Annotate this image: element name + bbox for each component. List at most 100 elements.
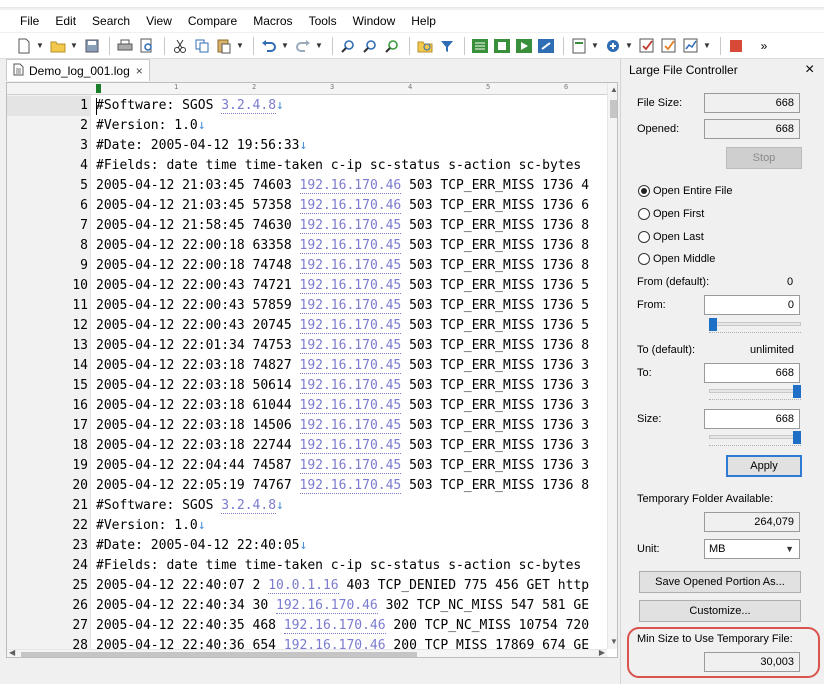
size-slider-thumb[interactable] xyxy=(793,431,801,444)
code-line[interactable]: 13 2005-04-12 22:01:34 74753 192.16.170.4… xyxy=(7,336,607,356)
menu-view[interactable]: View xyxy=(138,11,180,31)
to-slider[interactable] xyxy=(709,385,801,401)
unit-select[interactable]: MB ▼ xyxy=(704,539,800,559)
redo-icon[interactable] xyxy=(293,36,313,56)
code-line[interactable]: 16 2005-04-12 22:03:18 61044 192.16.170.4… xyxy=(7,396,607,416)
from-slider[interactable] xyxy=(709,318,801,334)
chart-icon[interactable] xyxy=(681,36,701,56)
menu-file[interactable]: File xyxy=(12,11,47,31)
word-wrap-icon[interactable] xyxy=(470,36,490,56)
code-line[interactable]: 25 2005-04-12 22:40:07 2 10.0.1.16 403 TC… xyxy=(7,576,607,596)
radio-open-last[interactable]: Open Last xyxy=(638,231,704,243)
replace-icon[interactable] xyxy=(382,36,402,56)
save-icon[interactable] xyxy=(82,36,102,56)
code-line[interactable]: 1 #Software: SGOS 3.2.4.8↓ xyxy=(7,96,607,116)
code-line[interactable]: 20 2005-04-12 22:05:19 74767 192.16.170.4… xyxy=(7,476,607,496)
scroll-left-icon[interactable]: ◀ xyxy=(9,648,15,657)
to-slider-thumb[interactable] xyxy=(793,385,801,398)
menu-tools[interactable]: Tools xyxy=(301,11,345,31)
code-area[interactable]: 1 #Software: SGOS 3.2.4.8↓ 2 #Version: 1.0↓… xyxy=(7,96,607,656)
code-line[interactable]: 5 2005-04-12 21:03:45 74603 192.16.170.46… xyxy=(7,176,607,196)
new-file-icon[interactable] xyxy=(14,36,34,56)
code-line[interactable]: 18 2005-04-12 22:03:18 22744 192.16.170.4… xyxy=(7,436,607,456)
toolbar-overflow-icon[interactable]: » xyxy=(754,36,774,56)
code-line[interactable]: 26 2005-04-12 22:40:34 30 192.16.170.46 3… xyxy=(7,596,607,616)
checklist-icon[interactable] xyxy=(659,36,679,56)
customize-button[interactable]: Customize... xyxy=(639,600,801,622)
menu-compare[interactable]: Compare xyxy=(180,11,245,31)
print-icon[interactable] xyxy=(115,36,135,56)
scroll-up-icon[interactable]: ▲ xyxy=(608,83,617,97)
horizontal-scrollbar[interactable]: ◀ ▶ xyxy=(7,648,607,657)
customize-dropdown-icon[interactable]: ▼ xyxy=(625,41,633,50)
save-opened-portion-button[interactable]: Save Opened Portion As... xyxy=(639,571,801,593)
apply-button[interactable]: Apply xyxy=(726,455,802,477)
print-preview-icon[interactable] xyxy=(137,36,157,56)
radio-open-entire-file[interactable]: Open Entire File xyxy=(638,185,732,197)
editor-pane[interactable]: 123456 1 #Software: SGOS 3.2.4.8↓ 2 #Versio… xyxy=(6,82,618,658)
macro-record-icon[interactable] xyxy=(492,36,512,56)
code-line[interactable]: 11 2005-04-12 22:00:43 57859 192.16.170.4… xyxy=(7,296,607,316)
code-line[interactable]: 12 2005-04-12 22:00:43 20745 192.16.170.4… xyxy=(7,316,607,336)
code-line[interactable]: 27 2005-04-12 22:40:35 468 192.16.170.46 … xyxy=(7,616,607,636)
scroll-right-icon[interactable]: ▶ xyxy=(599,648,605,657)
find-icon[interactable] xyxy=(338,36,358,56)
paste-dropdown-icon[interactable]: ▼ xyxy=(236,41,244,50)
code-line[interactable]: 17 2005-04-12 22:03:18 14506 192.16.170.4… xyxy=(7,416,607,436)
properties-dropdown-icon[interactable]: ▼ xyxy=(591,41,599,50)
vertical-scroll-thumb[interactable] xyxy=(610,100,617,118)
radio-open-first[interactable]: Open First xyxy=(638,208,704,220)
menu-help[interactable]: Help xyxy=(403,11,444,31)
menu-edit[interactable]: Edit xyxy=(47,11,84,31)
code-line[interactable]: 6 2005-04-12 21:03:45 57358 192.16.170.46… xyxy=(7,196,607,216)
code-line[interactable]: 24 #Fields: date time time-taken c-ip sc-… xyxy=(7,556,607,576)
code-line[interactable]: 2 #Version: 1.0↓ xyxy=(7,116,607,136)
check-icon[interactable] xyxy=(637,36,657,56)
stop-icon[interactable] xyxy=(726,36,746,56)
undo-dropdown-icon[interactable]: ▼ xyxy=(281,41,289,50)
copy-icon[interactable] xyxy=(192,36,212,56)
code-line[interactable]: 21 #Software: SGOS 3.2.4.8↓ xyxy=(7,496,607,516)
menu-search[interactable]: Search xyxy=(84,11,138,31)
undo-icon[interactable] xyxy=(259,36,279,56)
menu-macros[interactable]: Macros xyxy=(245,11,300,31)
properties-icon[interactable] xyxy=(569,36,589,56)
size-slider[interactable] xyxy=(709,431,801,447)
chart-dropdown-icon[interactable]: ▼ xyxy=(703,41,711,50)
macro-play-icon[interactable] xyxy=(514,36,534,56)
radio-open-middle[interactable]: Open Middle xyxy=(638,253,715,265)
customize-icon[interactable] xyxy=(603,36,623,56)
tool-icon[interactable] xyxy=(536,36,556,56)
code-line[interactable]: 3 #Date: 2005-04-12 19:56:33↓ xyxy=(7,136,607,156)
from-slider-thumb[interactable] xyxy=(709,318,717,331)
code-line[interactable]: 10 2005-04-12 22:00:43 74721 192.16.170.4… xyxy=(7,276,607,296)
scroll-down-icon[interactable]: ▼ xyxy=(608,635,617,649)
panel-close-icon[interactable]: × xyxy=(805,61,814,79)
horizontal-scroll-thumb[interactable] xyxy=(21,652,417,657)
tab-demo-log[interactable]: Demo_log_001.log × xyxy=(6,59,150,81)
redo-dropdown-icon[interactable]: ▼ xyxy=(315,41,323,50)
menu-window[interactable]: Window xyxy=(345,11,404,31)
code-line[interactable]: 23 #Date: 2005-04-12 22:40:05↓ xyxy=(7,536,607,556)
stop-button[interactable]: Stop xyxy=(726,147,802,169)
find-in-files-icon[interactable] xyxy=(415,36,435,56)
code-line[interactable]: 9 2005-04-12 22:00:18 74748 192.16.170.45… xyxy=(7,256,607,276)
code-line[interactable]: 4 #Fields: date time time-taken c-ip sc-s… xyxy=(7,156,607,176)
filter-icon[interactable] xyxy=(437,36,457,56)
code-line[interactable]: 15 2005-04-12 22:03:18 50614 192.16.170.4… xyxy=(7,376,607,396)
vertical-scrollbar[interactable]: ▲ ▼ xyxy=(607,83,617,649)
find-next-icon[interactable] xyxy=(360,36,380,56)
new-file-dropdown-icon[interactable]: ▼ xyxy=(36,41,44,50)
code-line[interactable]: 8 2005-04-12 22:00:18 63358 192.16.170.45… xyxy=(7,236,607,256)
code-line[interactable]: 19 2005-04-12 22:04:44 74587 192.16.170.4… xyxy=(7,456,607,476)
paste-icon[interactable] xyxy=(214,36,234,56)
to-input[interactable]: 668 xyxy=(704,363,800,383)
cut-icon[interactable] xyxy=(170,36,190,56)
tab-close-icon[interactable]: × xyxy=(136,64,143,78)
size-input[interactable]: 668 xyxy=(704,409,800,429)
code-line[interactable]: 7 2005-04-12 21:58:45 74630 192.16.170.45… xyxy=(7,216,607,236)
code-line[interactable]: 22 #Version: 1.0↓ xyxy=(7,516,607,536)
from-input[interactable]: 0 xyxy=(704,295,800,315)
code-line[interactable]: 14 2005-04-12 22:03:18 74827 192.16.170.4… xyxy=(7,356,607,376)
open-file-dropdown-icon[interactable]: ▼ xyxy=(70,41,78,50)
